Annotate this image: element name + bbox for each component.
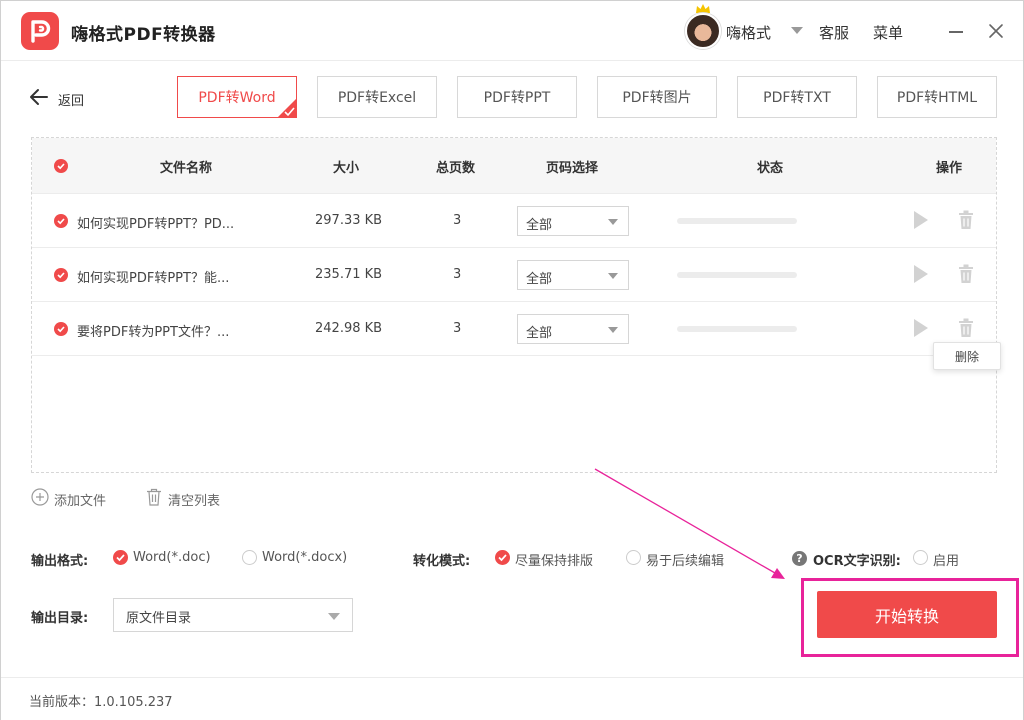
trash-icon — [147, 488, 161, 506]
tab-pdf-to-word[interactable]: PDF转Word — [177, 76, 297, 118]
page-select-dropdown[interactable]: 全部 — [517, 314, 629, 344]
chevron-down-icon — [608, 327, 618, 333]
file-name: 如何实现PDF转PPT？能... — [77, 271, 230, 286]
table-header: 文件名称 大小 总页数 页码选择 状态 操作 — [32, 138, 996, 194]
output-format-label: 输出格式: — [31, 554, 89, 569]
chevron-down-icon — [608, 219, 618, 225]
close-icon[interactable] — [987, 22, 1005, 40]
file-size: 242.98 KB — [315, 321, 383, 336]
chevron-down-icon[interactable] — [791, 27, 803, 34]
progress-bar — [677, 326, 797, 332]
file-name: 如何实现PDF转PPT？PD... — [77, 217, 235, 232]
conversion-mode-label: 转化模式: — [413, 554, 471, 569]
header-page-select: 页码选择 — [546, 161, 599, 176]
row-checkbox[interactable] — [54, 322, 68, 336]
user-avatar[interactable] — [685, 13, 721, 49]
header-size: 大小 — [333, 161, 360, 176]
version-text: 当前版本：1.0.105.237 — [29, 695, 173, 710]
page-count: 3 — [453, 321, 462, 336]
plus-circle-icon — [31, 488, 49, 506]
tab-pdf-to-ppt[interactable]: PDF转PPT — [457, 76, 577, 118]
minimize-icon[interactable] — [949, 31, 963, 33]
app-logo-icon — [21, 12, 59, 50]
progress-bar — [677, 218, 797, 224]
delete-tooltip: 删除 — [933, 342, 1001, 370]
app-window: 嗨格式PDF转换器 嗨格式 客服 菜单 返回 PDF转Word PDF转Exce… — [0, 0, 1024, 720]
check-corner-icon — [278, 99, 296, 117]
menu-link[interactable]: 菜单 — [873, 22, 903, 43]
output-dir-dropdown[interactable]: 原文件目录 — [113, 598, 353, 632]
tab-pdf-to-txt[interactable]: PDF转TXT — [737, 76, 857, 118]
page-count: 3 — [453, 267, 462, 282]
tab-pdf-to-excel[interactable]: PDF转Excel — [317, 76, 437, 118]
title-bar: 嗨格式PDF转换器 嗨格式 客服 菜单 — [1, 1, 1023, 61]
ocr-label: OCR文字识别: — [813, 554, 901, 569]
app-title: 嗨格式PDF转换器 — [71, 25, 216, 45]
file-size: 297.33 KB — [315, 213, 383, 228]
play-icon[interactable] — [914, 319, 928, 337]
trash-icon[interactable] — [958, 210, 974, 230]
header-action: 操作 — [936, 161, 963, 176]
tab-pdf-to-image[interactable]: PDF转图片 — [597, 76, 717, 118]
trash-icon[interactable] — [958, 318, 974, 338]
trash-icon[interactable] — [958, 264, 974, 284]
page-select-dropdown[interactable]: 全部 — [517, 206, 629, 236]
header-file-name: 文件名称 — [160, 161, 213, 176]
back-button[interactable]: 返回 — [29, 87, 109, 109]
output-dir-label: 输出目录: — [31, 611, 89, 626]
back-label: 返回 — [58, 94, 85, 109]
file-list-panel: 文件名称 大小 总页数 页码选择 状态 操作 如何实现PDF转PPT？PD...… — [31, 137, 997, 473]
page-count: 3 — [453, 213, 462, 228]
table-row: 要将PDF转为PPT文件？... 242.98 KB 3 全部 — [32, 302, 996, 356]
chevron-down-icon — [608, 273, 618, 279]
play-icon[interactable] — [914, 211, 928, 229]
start-convert-button[interactable]: 开始转换 — [817, 591, 997, 638]
row-checkbox[interactable] — [54, 214, 68, 228]
file-size: 235.71 KB — [315, 267, 383, 282]
table-row: 如何实现PDF转PPT？能... 235.71 KB 3 全部 — [32, 248, 996, 302]
help-icon[interactable]: ? — [792, 551, 807, 566]
select-all-checkbox[interactable] — [54, 159, 68, 173]
row-checkbox[interactable] — [54, 268, 68, 282]
tab-pdf-to-html[interactable]: PDF转HTML — [877, 76, 997, 118]
progress-bar — [677, 272, 797, 278]
play-icon[interactable] — [914, 265, 928, 283]
customer-service-link[interactable]: 客服 — [819, 22, 849, 43]
chevron-down-icon — [328, 613, 340, 620]
page-select-dropdown[interactable]: 全部 — [517, 260, 629, 290]
status-bar: 当前版本：1.0.105.237 — [1, 677, 1023, 720]
header-status: 状态 — [757, 161, 784, 176]
username[interactable]: 嗨格式 — [726, 22, 771, 43]
header-pages: 总页数 — [436, 161, 476, 176]
arrow-left-icon — [30, 89, 48, 105]
file-name: 要将PDF转为PPT文件？... — [77, 325, 230, 340]
table-row: 如何实现PDF转PPT？PD... 297.33 KB 3 全部 — [32, 194, 996, 248]
